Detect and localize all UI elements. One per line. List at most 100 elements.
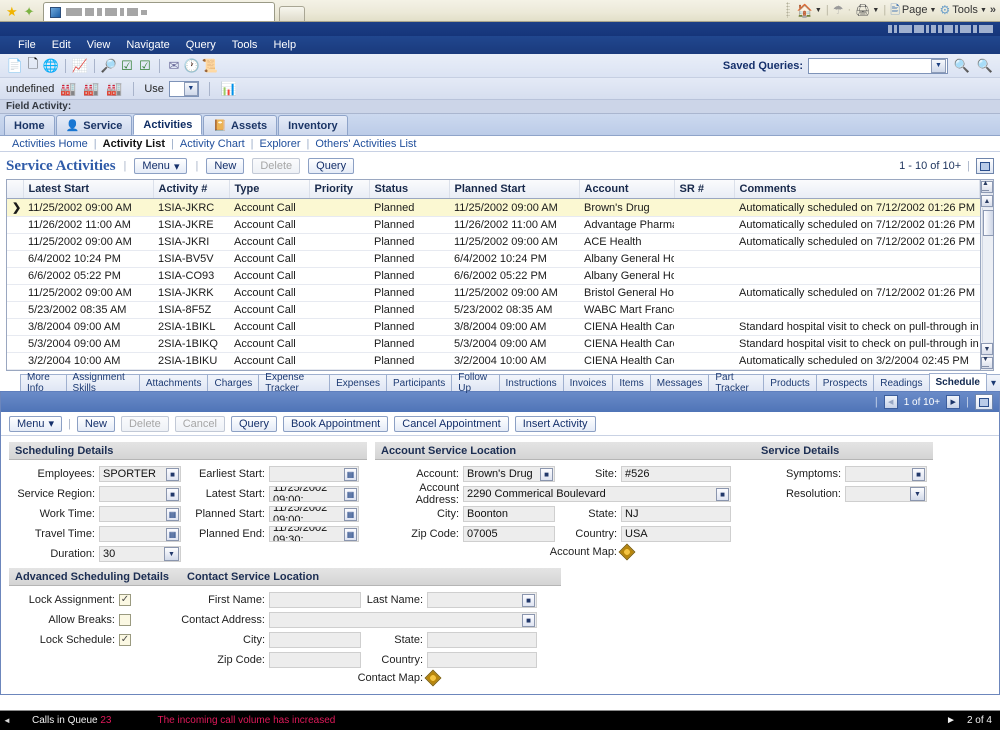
activity-plan-icon[interactable]: 🏭 (59, 80, 77, 98)
last-name-field[interactable]: ■ (427, 592, 537, 608)
column-header-planned-start[interactable]: Planned Start (449, 180, 580, 199)
lock-schedule-checkbox[interactable]: ✓ (119, 634, 131, 646)
tab-home[interactable]: Home (4, 115, 55, 135)
chart-icon[interactable]: 📊 (220, 80, 238, 98)
star-icon[interactable]: ★ (6, 5, 18, 18)
saved-queries-input[interactable]: ▼ (808, 57, 948, 74)
calendar-icon[interactable]: ▦ (344, 507, 357, 521)
column-header-account[interactable]: Account (579, 180, 675, 199)
cell-account[interactable]: Brown's Drug (579, 198, 674, 217)
calendar-icon[interactable]: ▦ (344, 527, 357, 541)
cell-type[interactable]: Account Call (229, 250, 309, 268)
column-header-comments[interactable]: Comments (734, 180, 980, 199)
tools-menu-button[interactable]: ⚙ Tools ▼ (939, 4, 986, 16)
new-tab-button[interactable] (278, 6, 305, 21)
cell-type[interactable]: Account Call (229, 198, 309, 217)
allow-breaks-checkbox[interactable] (119, 614, 131, 626)
symptoms-field[interactable]: ■ (845, 466, 927, 482)
scroll-down-button[interactable]: ▼ (981, 343, 993, 355)
detail-tab-attachments[interactable]: Attachments (138, 374, 209, 391)
detail-tab-invoices[interactable]: Invoices (562, 374, 614, 391)
scrollbar-track[interactable] (981, 208, 994, 342)
history-clock-icon[interactable]: 🕐 (183, 57, 201, 75)
activity-chart-icon[interactable]: 🏭 (105, 80, 123, 98)
cell-type[interactable]: Account Call (229, 335, 309, 353)
cell-type[interactable]: Account Call (229, 267, 309, 285)
scroll-up-button[interactable]: ▲ (981, 195, 993, 207)
toggle-applet-icon[interactable] (976, 158, 994, 174)
grid-scrollbar[interactable]: ▲— ▲ ▼ ▼— (980, 180, 994, 370)
refine-query-icon[interactable]: ☑ (136, 57, 154, 75)
cell-type[interactable]: Account Call (229, 301, 309, 319)
cell-account[interactable]: Bristol General Hosp (579, 284, 674, 302)
picklist-icon[interactable]: ■ (912, 467, 925, 481)
resolution-field[interactable]: ▼ (845, 486, 927, 502)
form-new-button[interactable]: New (76, 415, 115, 432)
menu-edit[interactable]: Edit (44, 38, 79, 52)
cell-type[interactable]: Account Call (229, 216, 309, 234)
menu-tools[interactable]: Tools (224, 38, 266, 52)
cell-account[interactable]: Albany General Hosp (579, 267, 674, 285)
toggle-applet-icon[interactable] (975, 394, 993, 410)
picklist-icon[interactable]: ■ (522, 593, 535, 607)
lock-assignment-checkbox[interactable]: ✓ (119, 594, 131, 606)
new-activity-icon[interactable]: 🏭 (82, 80, 100, 98)
map-marker-icon[interactable] (424, 669, 442, 687)
use-dropdown[interactable]: ▼ (168, 80, 199, 97)
scroll-top-button[interactable]: ▲— (981, 180, 993, 194)
travel-time-field[interactable]: ▦ (99, 526, 181, 542)
prev-record-icon[interactable]: ◀ (883, 395, 898, 409)
detail-tab-products[interactable]: Products (763, 374, 817, 391)
status-next-icon[interactable]: ► (946, 715, 956, 726)
next-record-icon[interactable]: ▶ (946, 395, 961, 409)
planned-start-field[interactable]: 11/25/2002 09:00: ▦ (269, 506, 359, 522)
query-button[interactable]: Query (308, 158, 355, 174)
employees-field[interactable]: SPORTER ■ (99, 466, 181, 482)
new-record-icon[interactable]: 📄 (6, 57, 24, 75)
planned-end-field[interactable]: 11/25/2002 09:30: ▦ (269, 526, 359, 542)
picklist-icon[interactable]: ■ (166, 467, 179, 481)
cell-account[interactable]: Advantage Pharmac (579, 216, 674, 234)
scrollbar-thumb[interactable] (982, 210, 994, 236)
list-menu-button[interactable]: Menu ▾ (134, 158, 188, 174)
account-address-field[interactable]: 2290 Commerical Boulevard ■ (463, 486, 731, 502)
insert-activity-button[interactable]: Insert Activity (514, 415, 596, 432)
cell-account[interactable]: CIENA Health Care (579, 318, 674, 336)
cell-account[interactable]: Albany General Hosp (579, 250, 674, 268)
account-field[interactable]: Brown's Drug ■ (463, 466, 555, 482)
browser-tab[interactable] (42, 2, 275, 21)
duration-field[interactable]: 30 ▼ (99, 546, 181, 562)
detail-tab-schedule[interactable]: Schedule (928, 373, 987, 391)
view-link-activity-chart[interactable]: Activity Chart (174, 138, 251, 150)
detail-tab-messages[interactable]: Messages (649, 374, 710, 391)
latest-start-field[interactable]: 11/25/2002 09:00: ▦ (269, 486, 359, 502)
contact-address-field[interactable]: ■ (269, 612, 537, 628)
table-row[interactable]: 6/6/2002 05:22 PM 1SIA-CO93 Account Call Pl… (7, 267, 980, 285)
detail-tab-follow-up[interactable]: Follow Up (451, 372, 500, 394)
cell-account[interactable]: CIENA Health Care - (579, 352, 674, 370)
query-binoculars-icon[interactable]: 🔎 (100, 57, 118, 75)
execute-query-icon[interactable]: ☑ (118, 57, 136, 75)
detail-tab-expense-tracker[interactable]: Expense Tracker (258, 372, 331, 394)
detail-tab-charges[interactable]: Charges (207, 374, 260, 391)
menu-query[interactable]: Query (178, 38, 224, 52)
tab-service[interactable]: 👤 Service (55, 115, 133, 135)
cell-type[interactable]: Account Call (229, 352, 309, 370)
view-link-activity-list[interactable]: Activity List (97, 138, 171, 150)
new-button[interactable]: New (206, 158, 245, 174)
view-link-others-activities[interactable]: Others' Activities List (309, 138, 422, 150)
contact-state-field[interactable] (427, 632, 537, 648)
table-row[interactable]: 3/2/2004 10:00 AM 2SIA-1BIKU Account Call P… (7, 352, 980, 370)
cell-account[interactable]: WABC Mart France S (579, 301, 674, 319)
tab-assets[interactable]: 📔 Assets (203, 115, 278, 135)
execute-query-icon[interactable]: 🔍 (953, 57, 971, 75)
cell-type[interactable]: Account Call (229, 284, 309, 302)
new-query-icon[interactable]: 🔍 (976, 57, 994, 75)
first-name-field[interactable] (269, 592, 361, 608)
toolbar-grip[interactable] (785, 2, 790, 18)
table-row[interactable]: 5/23/2002 08:35 AM 1SIA-8F5Z Account Call P… (7, 301, 980, 319)
picklist-icon[interactable]: ■ (716, 487, 729, 501)
overflow-chevron-icon[interactable]: » (990, 4, 996, 16)
menu-help[interactable]: Help (265, 38, 304, 52)
column-header-priority[interactable]: Priority (309, 180, 370, 199)
